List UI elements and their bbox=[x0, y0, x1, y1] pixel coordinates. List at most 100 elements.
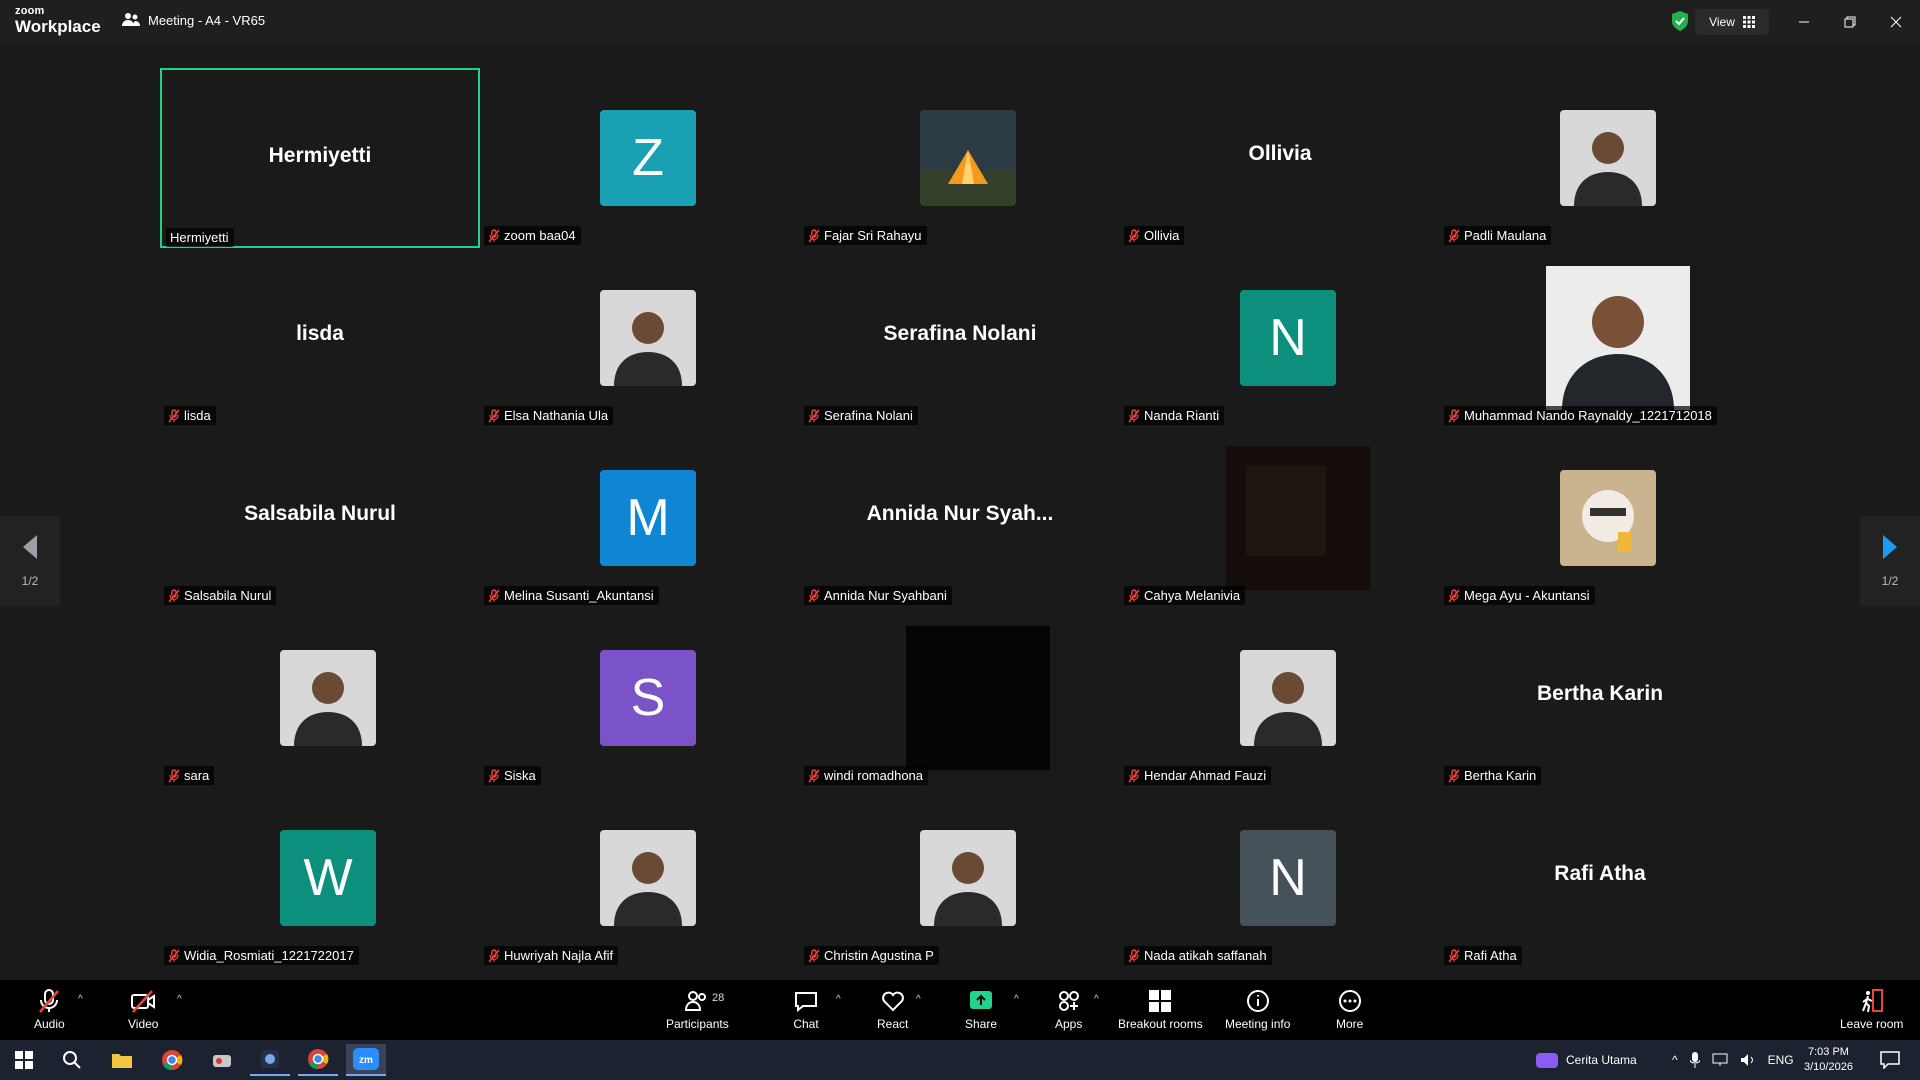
participant-tile[interactable]: Hendar Ahmad Fauzi bbox=[1120, 608, 1440, 788]
taskbar-search-button[interactable] bbox=[52, 1044, 92, 1076]
participant-tile[interactable]: W Widia_Rosmiati_1221722017 bbox=[160, 788, 480, 968]
clock[interactable]: 7:03 PM 3/10/2026 bbox=[1804, 1040, 1853, 1080]
leave-door-icon bbox=[1861, 989, 1883, 1013]
participant-tile[interactable]: M Melina Susanti_Akuntansi bbox=[480, 428, 800, 608]
participant-tile[interactable]: S Siska bbox=[480, 608, 800, 788]
participant-name-text: windi romadhona bbox=[824, 768, 924, 783]
close-button[interactable] bbox=[1882, 8, 1910, 36]
clock-date: 3/10/2026 bbox=[1804, 1061, 1853, 1073]
network-icon[interactable] bbox=[1712, 1053, 1728, 1067]
participant-tile[interactable]: sara bbox=[160, 608, 480, 788]
black-video bbox=[906, 626, 1050, 770]
participant-tile[interactable]: N Nada atikah saffanah bbox=[1120, 788, 1440, 968]
react-label: React bbox=[877, 1017, 909, 1031]
shield-icon[interactable] bbox=[1670, 10, 1690, 32]
participant-tile[interactable]: Rafi Atha Rafi Atha bbox=[1440, 788, 1760, 968]
participant-tile[interactable]: windi romadhona bbox=[800, 608, 1120, 788]
tent-photo bbox=[920, 110, 1016, 206]
chat-options-caret[interactable]: ^ bbox=[836, 994, 841, 1005]
minimize-button[interactable] bbox=[1790, 8, 1818, 36]
video-button[interactable]: Video bbox=[128, 988, 158, 1031]
chevron-left-icon bbox=[23, 535, 37, 559]
leave-room-button[interactable]: Leave room bbox=[1840, 988, 1903, 1031]
react-options-caret[interactable]: ^ bbox=[916, 994, 921, 1005]
participant-tile[interactable]: Mega Ayu - Akuntansi bbox=[1440, 428, 1760, 608]
participant-tile[interactable]: Salsabila Nurul Salsabila Nurul bbox=[160, 428, 480, 608]
meeting-info-button[interactable]: Meeting info bbox=[1225, 988, 1290, 1031]
view-button[interactable]: View bbox=[1695, 9, 1769, 35]
windows-taskbar: zm Cerita Utama ^ ENG 7:03 PM 3/10/2026 bbox=[0, 1040, 1920, 1080]
participant-display-name: Rafi Atha bbox=[1554, 862, 1646, 885]
camera-app-button[interactable] bbox=[250, 1044, 290, 1076]
audio-button[interactable]: Audio bbox=[34, 988, 65, 1031]
microphone-icon[interactable] bbox=[1689, 1052, 1700, 1068]
participant-tile[interactable]: N Nanda Rianti bbox=[1120, 248, 1440, 428]
participant-name-label: lisda bbox=[164, 406, 216, 425]
chrome-button[interactable] bbox=[152, 1044, 192, 1076]
react-button[interactable]: React bbox=[877, 988, 908, 1031]
mic-muted-icon bbox=[488, 948, 500, 962]
participant-display-name: Serafina Nolani bbox=[883, 322, 1037, 345]
participant-tile[interactable]: Elsa Nathania Ula bbox=[480, 248, 800, 428]
tool-app-button[interactable] bbox=[202, 1044, 242, 1076]
participant-name-text: Mega Ayu - Akuntansi bbox=[1464, 588, 1590, 603]
participant-tile[interactable]: Muhammad Nando Raynaldy_1221712018 bbox=[1440, 248, 1760, 428]
video-options-caret[interactable]: ^ bbox=[177, 994, 182, 1005]
chrome-active-button[interactable] bbox=[298, 1044, 338, 1076]
apps-button[interactable]: Apps bbox=[1055, 988, 1082, 1031]
widget-label: Cerita Utama bbox=[1566, 1053, 1637, 1067]
participants-label: Participants bbox=[666, 1017, 729, 1031]
participant-name-label: Fajar Sri Rahayu bbox=[804, 226, 927, 245]
participant-tile[interactable]: Padli Maulana bbox=[1440, 68, 1760, 248]
participant-tile[interactable]: Fajar Sri Rahayu bbox=[800, 68, 1120, 248]
participant-tile[interactable]: lisda lisda bbox=[160, 248, 480, 428]
notification-button[interactable] bbox=[1870, 1044, 1910, 1076]
language-indicator[interactable]: ENG bbox=[1768, 1053, 1794, 1067]
mic-muted-icon bbox=[488, 228, 500, 242]
mic-muted-icon bbox=[168, 948, 180, 962]
person-photo bbox=[1560, 110, 1656, 206]
participant-tile[interactable]: Annida Nur Syah... Annida Nur Syahbani bbox=[800, 428, 1120, 608]
participant-display-name: Hermiyetti bbox=[268, 144, 372, 167]
chat-label: Chat bbox=[793, 1017, 819, 1031]
start-button[interactable] bbox=[4, 1044, 44, 1076]
file-explorer-button[interactable] bbox=[102, 1044, 142, 1076]
avatar: Z bbox=[600, 110, 696, 206]
participant-tile[interactable]: Huwriyah Najla Afif bbox=[480, 788, 800, 968]
news-widget[interactable]: Cerita Utama bbox=[1536, 1040, 1637, 1080]
participant-tile[interactable]: Hermiyetti Hermiyetti bbox=[160, 68, 480, 248]
info-icon bbox=[1246, 990, 1269, 1012]
participant-name-text: Siska bbox=[504, 768, 536, 783]
participant-name-text: Salsabila Nurul bbox=[184, 588, 272, 603]
logo-line1: zoom bbox=[15, 5, 45, 17]
more-button[interactable]: More bbox=[1336, 988, 1363, 1031]
participant-name-text: lisda bbox=[184, 408, 211, 423]
participant-tile[interactable]: Serafina Nolani Serafina Nolani bbox=[800, 248, 1120, 428]
breakout-rooms-button[interactable]: Breakout rooms bbox=[1118, 988, 1203, 1031]
audio-options-caret[interactable]: ^ bbox=[78, 994, 83, 1005]
apps-options-caret[interactable]: ^ bbox=[1094, 994, 1099, 1005]
participant-tile[interactable]: Zzoom baa04 bbox=[480, 68, 800, 248]
share-options-caret[interactable]: ^ bbox=[1014, 994, 1019, 1005]
participant-tile[interactable]: Christin Agustina P bbox=[800, 788, 1120, 968]
participant-tile[interactable]: Ollivia Ollivia bbox=[1120, 68, 1440, 248]
participant-name-label: Christin Agustina P bbox=[804, 946, 939, 965]
participant-name-text: Huwriyah Najla Afif bbox=[504, 948, 614, 963]
person-photo bbox=[1240, 650, 1336, 746]
system-tray: ^ ENG bbox=[1672, 1040, 1794, 1080]
next-page-button[interactable]: 1/2 bbox=[1860, 516, 1920, 606]
share-button[interactable]: Share bbox=[965, 988, 997, 1031]
volume-icon[interactable] bbox=[1740, 1053, 1756, 1067]
meeting-title-text: Meeting - A4 - VR65 bbox=[148, 12, 266, 28]
participant-tile[interactable]: Bertha Karin Bertha Karin bbox=[1440, 608, 1760, 788]
chat-button[interactable]: Chat bbox=[793, 988, 819, 1031]
restore-button[interactable] bbox=[1836, 8, 1864, 36]
person-photo bbox=[280, 650, 376, 746]
chevron-up-icon[interactable]: ^ bbox=[1672, 1053, 1678, 1067]
participant-name-text: Melina Susanti_Akuntansi bbox=[504, 588, 654, 603]
notification-icon bbox=[1880, 1051, 1900, 1069]
participant-tile[interactable]: Cahya Melanivia bbox=[1120, 428, 1440, 608]
zoom-app-button[interactable]: zm bbox=[346, 1044, 386, 1076]
video-label: Video bbox=[128, 1017, 159, 1031]
prev-page-button[interactable]: 1/2 bbox=[0, 516, 60, 606]
